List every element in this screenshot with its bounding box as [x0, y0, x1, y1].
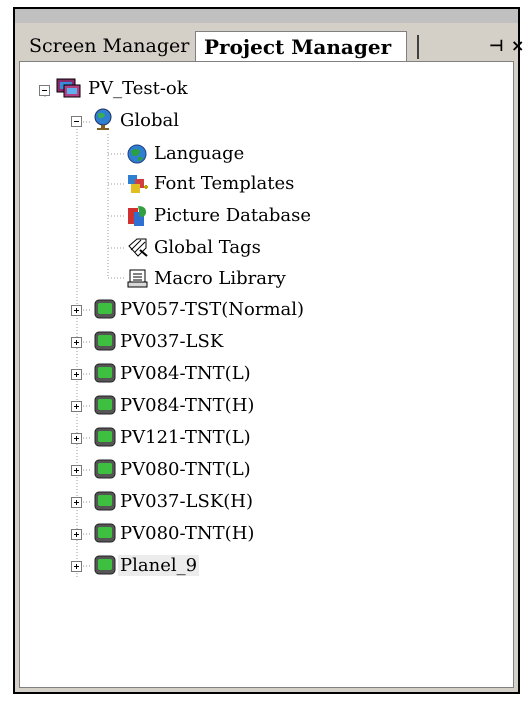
tree-node-label: Macro Library: [154, 268, 286, 289]
expand-toggle[interactable]: [71, 337, 82, 348]
tree-node-label: PV080-TNT(L): [120, 459, 251, 480]
tree-node-label: PV_Test-ok: [88, 78, 188, 99]
font-templates-icon: [126, 173, 150, 195]
project-icon: [56, 76, 82, 100]
tab-project-manager[interactable]: Project Manager: [195, 31, 407, 63]
tree-node-label: Planel_9: [118, 555, 200, 576]
panel-screen-icon: [94, 363, 116, 383]
panel-screen-icon: [94, 331, 116, 351]
panel-row[interactable]: PV080-TNT(L): [20, 455, 515, 485]
macro-library-icon: [126, 267, 150, 289]
tree-node-label: PV080-TNT(H): [120, 523, 255, 544]
language-globe-icon: [126, 143, 148, 165]
tree-node-global[interactable]: Global: [118, 106, 181, 136]
tab-divider: [417, 35, 419, 59]
tree-node-panel-selected[interactable]: Planel_9: [118, 551, 200, 581]
project-tree-panel[interactable]: PV_Test-ok Global Language Font Template…: [19, 61, 514, 688]
expand-toggle[interactable]: [71, 369, 82, 380]
tree-node-label: PV084-TNT(H): [120, 395, 255, 416]
title-strip: [15, 9, 518, 23]
expand-toggle[interactable]: [71, 433, 82, 444]
expand-toggle[interactable]: [71, 465, 82, 476]
expand-toggle[interactable]: [71, 305, 82, 316]
tree-node-label: PV084-TNT(L): [120, 363, 251, 384]
panel-screen-icon: [94, 555, 116, 575]
expand-toggle[interactable]: [71, 497, 82, 508]
panel-row[interactable]: PV057-TST(Normal): [20, 295, 515, 325]
panel-screen-icon: [94, 427, 116, 447]
tree-node-macro-library[interactable]: Macro Library: [152, 264, 288, 294]
tree-node-font-templates[interactable]: Font Templates: [152, 169, 296, 199]
tree-node-label: Font Templates: [154, 173, 295, 194]
panel-screen-icon: [94, 459, 116, 479]
expand-toggle[interactable]: [71, 401, 82, 412]
tree-node-panel[interactable]: PV057-TST(Normal): [118, 295, 306, 325]
tree-node-label: Global Tags: [154, 237, 261, 258]
project-manager-window: Screen Manager Project Manager ⊣ × PV_Te…: [13, 7, 524, 694]
tree-node-label: PV037-LSK: [120, 331, 224, 352]
tree-node-language[interactable]: Language: [152, 139, 246, 169]
tree-node-label: PV121-TNT(L): [120, 427, 251, 448]
tree-node-project-root[interactable]: PV_Test-ok: [86, 74, 190, 104]
tree-node-panel[interactable]: PV037-LSK(H): [118, 487, 255, 517]
panel-screen-icon: [94, 299, 116, 319]
panel-row[interactable]: PV037-LSK: [20, 327, 515, 357]
root-collapse-toggle[interactable]: [39, 85, 50, 96]
tree-node-picture-database[interactable]: Picture Database: [152, 201, 313, 231]
panel-screen-icon: [94, 395, 116, 415]
tree-node-label: PV057-TST(Normal): [120, 299, 305, 320]
tree-node-global-tags[interactable]: Global Tags: [152, 233, 263, 263]
tree-node-panel[interactable]: PV080-TNT(H): [118, 519, 256, 549]
globe-icon: [92, 107, 114, 131]
panel-row[interactable]: PV037-LSK(H): [20, 487, 515, 517]
tree-node-panel[interactable]: PV080-TNT(L): [118, 455, 253, 485]
tree-node-panel[interactable]: PV037-LSK: [118, 327, 225, 357]
picture-database-icon: [126, 204, 150, 228]
panel-row[interactable]: PV080-TNT(H): [20, 519, 515, 549]
panel-screen-icon: [94, 523, 116, 543]
tree-node-panel[interactable]: PV084-TNT(L): [118, 359, 253, 389]
global-collapse-toggle[interactable]: [71, 116, 82, 127]
panel-row[interactable]: Planel_9: [20, 551, 515, 581]
tree-node-panel[interactable]: PV121-TNT(L): [118, 423, 253, 453]
panel-screen-icon: [94, 491, 116, 511]
tree-node-label: PV037-LSK(H): [120, 491, 254, 512]
pin-icon[interactable]: ⊣: [489, 37, 504, 55]
panel-row[interactable]: PV121-TNT(L): [20, 423, 515, 453]
tree-node-label: Global: [120, 110, 179, 131]
panel-row[interactable]: PV084-TNT(L): [20, 359, 515, 389]
panel-row[interactable]: PV084-TNT(H): [20, 391, 515, 421]
expand-toggle[interactable]: [71, 561, 82, 572]
close-icon[interactable]: ×: [511, 37, 524, 55]
tree-node-label: Picture Database: [154, 205, 312, 226]
expand-toggle[interactable]: [71, 529, 82, 540]
tree-node-panel[interactable]: PV084-TNT(H): [118, 391, 256, 421]
global-tags-icon: [126, 236, 150, 258]
tab-screen-manager[interactable]: Screen Manager: [29, 31, 189, 63]
tree-node-label: Language: [154, 143, 245, 164]
